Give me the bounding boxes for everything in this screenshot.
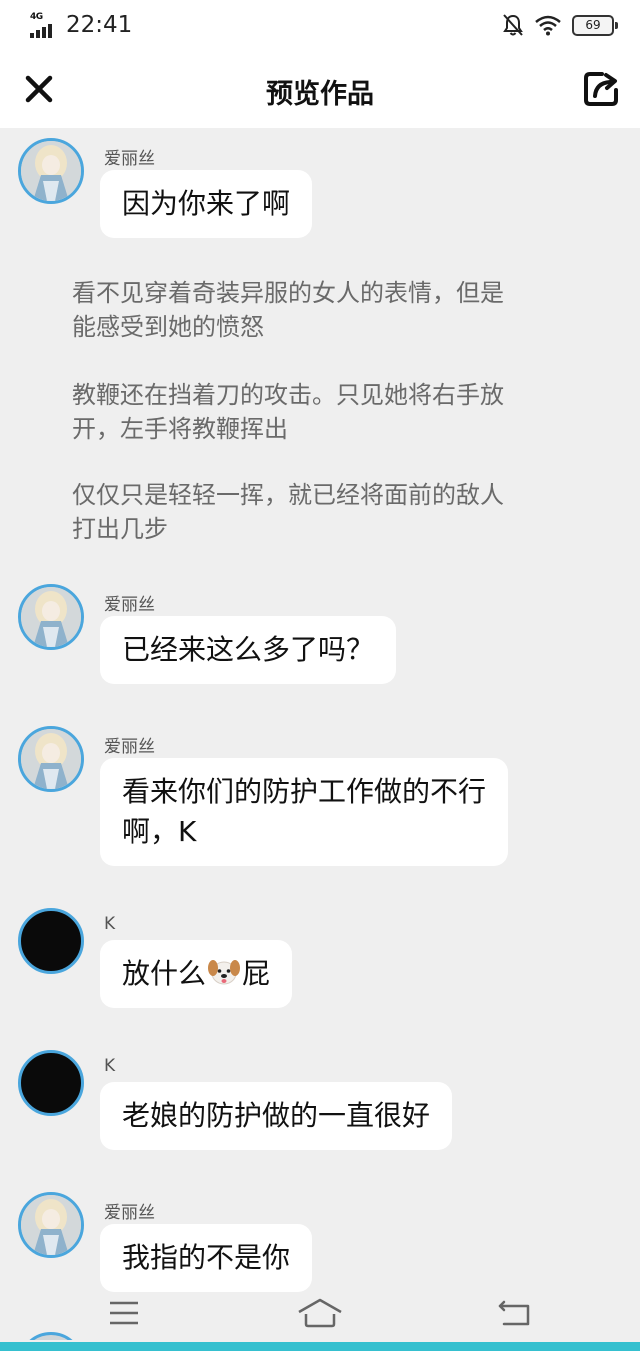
message-text: 我指的不是你 <box>122 1241 291 1274</box>
narration-line: 能感受到她的愤怒 <box>72 313 264 341</box>
chat-area[interactable]: 爱丽丝 因为你来了啊 看不见穿着奇装异服的女人的表情，但是 能感受到她的愤怒 教… <box>0 128 640 1340</box>
bell-off-icon <box>503 14 523 36</box>
wifi-icon <box>535 15 561 36</box>
avatar[interactable] <box>18 726 84 792</box>
sender-name: K <box>104 914 116 934</box>
sender-name: 爱丽丝 <box>104 1203 155 1223</box>
network-type: 4G <box>30 12 43 22</box>
sender-name: 爱丽丝 <box>104 149 155 169</box>
message-bubble[interactable]: 我指的不是你 <box>100 1224 313 1292</box>
sender-name: 爱丽丝 <box>104 595 155 615</box>
avatar[interactable] <box>18 1192 84 1258</box>
home-icon[interactable] <box>297 1298 343 1328</box>
menu-icon[interactable] <box>108 1298 140 1328</box>
sender-name: 爱丽丝 <box>104 737 155 757</box>
avatar[interactable] <box>18 1050 84 1116</box>
narration-block: 仅仅只是轻轻一挥，就已经将面前的敌人 打出几步 <box>72 478 562 546</box>
status-time: 22:41 <box>66 12 133 38</box>
narration-line: 教鞭还在挡着刀的攻击。只见她将右手放 <box>72 381 504 409</box>
narration-block: 看不见穿着奇装异服的女人的表情，但是 能感受到她的愤怒 <box>72 276 562 344</box>
system-nav-bar <box>0 1290 640 1340</box>
message-text: 看来你们的防护工作做的不行 <box>122 775 487 808</box>
message-text: 因为你来了啊 <box>122 187 291 220</box>
message-text: 老娘的防护做的一直很好 <box>122 1099 431 1132</box>
signal-icon: 4G <box>30 12 60 38</box>
bottom-accent-bar <box>0 1342 640 1351</box>
battery-indicator: 69 <box>572 14 618 36</box>
narration-line: 看不见穿着奇装异服的女人的表情，但是 <box>72 279 504 307</box>
share-icon[interactable] <box>582 70 620 108</box>
page-title: 预览作品 <box>266 79 374 110</box>
top-bar: 预览作品 <box>0 52 640 128</box>
message-bubble[interactable]: 已经来这么多了吗？ <box>100 616 397 684</box>
message-bubble[interactable]: 老娘的防护做的一直很好 <box>100 1082 453 1150</box>
message-text: 屁 <box>242 957 271 990</box>
narration-line: 打出几步 <box>72 515 168 543</box>
message-bubble[interactable]: 因为你来了啊 <box>100 170 313 238</box>
message-text: 啊，K <box>122 815 197 848</box>
narration-line: 仅仅只是轻轻一挥，就已经将面前的敌人 <box>72 481 504 509</box>
avatar[interactable] <box>18 908 84 974</box>
message-bubble[interactable]: 放什么 屁 <box>100 940 293 1008</box>
narration-block: 教鞭还在挡着刀的攻击。只见她将右手放 开，左手将教鞭挥出 <box>72 378 562 446</box>
message-text: 已经来这么多了吗？ <box>122 633 375 666</box>
message-bubble[interactable]: 看来你们的防护工作做的不行 啊，K <box>100 758 509 866</box>
message-text: 放什么 <box>122 957 207 990</box>
back-icon[interactable] <box>498 1298 532 1328</box>
avatar[interactable] <box>18 138 84 204</box>
status-bar: 4G 22:41 69 <box>0 0 640 52</box>
narration-line: 开，左手将教鞭挥出 <box>72 415 288 443</box>
sender-name: K <box>104 1056 116 1076</box>
avatar[interactable] <box>18 584 84 650</box>
dog-emoji <box>208 960 241 985</box>
